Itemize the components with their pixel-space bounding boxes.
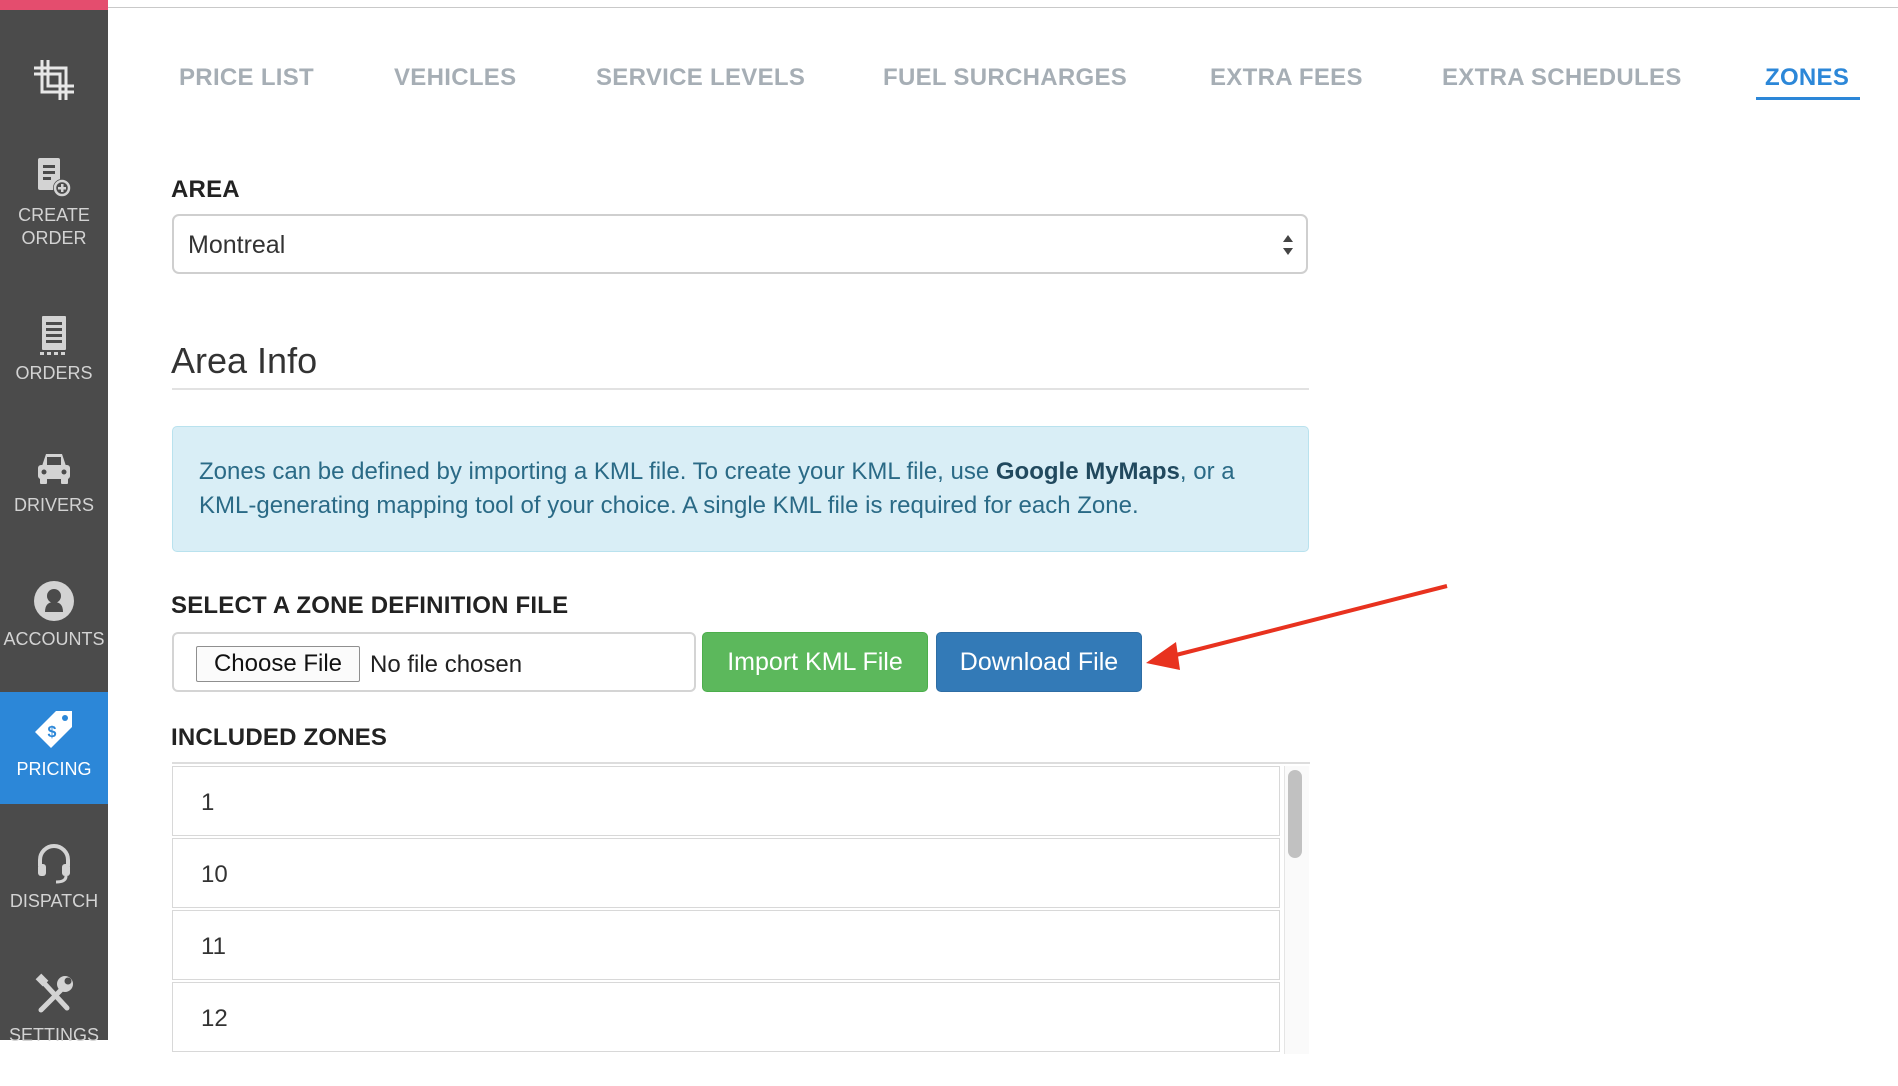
sidebar-item-pricing[interactable]: $ PRICING — [0, 692, 108, 804]
sidebar-item-dispatch[interactable]: DISPATCH — [0, 842, 108, 956]
select-arrows-icon — [1283, 235, 1293, 255]
zone-name: 11 — [201, 933, 226, 960]
tools-icon — [35, 973, 73, 1013]
sidebar-item-accounts[interactable]: ACCOUNTS — [0, 580, 108, 694]
orders-icon — [40, 316, 66, 355]
tab-price-list[interactable]: PRICE LIST — [179, 64, 314, 92]
sidebar-item-settings[interactable]: SETTINGS — [0, 972, 108, 1086]
info-text-before: Zones can be defined by importing a KML … — [199, 458, 996, 485]
download-file-button[interactable]: Download File — [936, 632, 1142, 692]
tab-zones[interactable]: ZONES — [1765, 64, 1849, 92]
tab-service-levels[interactable]: SERVICE LEVELS — [596, 64, 805, 92]
sidebar-accent-bar — [0, 0, 108, 10]
zone-file-label: SELECT A ZONE DEFINITION FILE — [171, 592, 569, 619]
app-logo-icon[interactable] — [28, 54, 80, 106]
area-select-value: Montreal — [188, 231, 286, 259]
sidebar-item-label: DRIVERS — [13, 495, 94, 515]
area-select[interactable]: Montreal — [172, 214, 1308, 274]
zone-name: 12 — [201, 1005, 228, 1032]
area-info-title: Area Info — [171, 340, 318, 381]
sidebar: CREATE ORDER ORDERS DRIVERS ACCOUNTS $ P… — [0, 0, 108, 1045]
active-tab-indicator — [1756, 97, 1860, 100]
sidebar-item-label: ACCOUNTS — [3, 629, 105, 649]
sidebar-item-label: CREATE — [18, 205, 90, 225]
list-item[interactable]: 10 — [172, 838, 1280, 908]
included-zones-label: INCLUDED ZONES — [171, 724, 388, 751]
google-mymaps-link: Google MyMaps — [995, 458, 1180, 485]
zone-name: 1 — [201, 789, 215, 816]
sidebar-item-label: ORDER — [21, 228, 87, 248]
car-icon — [38, 454, 70, 484]
sidebar-item-drivers[interactable]: DRIVERS — [0, 448, 108, 562]
list-item[interactable]: 1 — [172, 766, 1280, 836]
scrollbar-thumb[interactable] — [1288, 770, 1302, 858]
no-file-chosen-text: No file chosen — [370, 651, 523, 678]
section-divider — [172, 388, 1309, 390]
tab-vehicles[interactable]: VEHICLES — [394, 64, 516, 92]
list-item[interactable]: 12 — [172, 982, 1280, 1052]
user-icon — [34, 581, 74, 621]
headset-icon — [38, 844, 70, 884]
area-label: AREA — [171, 176, 240, 203]
zone-name: 10 — [201, 861, 228, 888]
tab-extra-schedules[interactable]: EXTRA SCHEDULES — [1442, 64, 1682, 92]
zone-file-input[interactable]: Choose File No file chosen — [172, 632, 696, 692]
sidebar-item-orders[interactable]: ORDERS — [0, 314, 108, 428]
svg-text:$: $ — [48, 724, 57, 741]
sidebar-item-label: ORDERS — [15, 363, 93, 383]
list-item[interactable]: 11 — [172, 910, 1280, 980]
sidebar-item-label: PRICING — [16, 759, 92, 779]
tab-fuel-surcharges[interactable]: FUEL SURCHARGES — [883, 64, 1127, 92]
sidebar-item-create-order[interactable]: CREATE ORDER — [0, 156, 108, 270]
choose-file-button[interactable]: Choose File — [196, 646, 360, 682]
included-zones-list[interactable]: 1 10 11 12 — [172, 762, 1310, 1054]
create-order-icon — [38, 158, 71, 197]
top-border — [108, 7, 1898, 8]
price-tag-icon: $ — [35, 711, 72, 748]
tab-extra-fees[interactable]: EXTRA FEES — [1210, 64, 1363, 92]
sidebar-item-label: SETTINGS — [8, 1025, 99, 1045]
sidebar-item-label: DISPATCH — [9, 891, 99, 911]
import-kml-button[interactable]: Import KML File — [702, 632, 928, 692]
info-alert: Zones can be defined by importing a KML … — [172, 426, 1309, 552]
